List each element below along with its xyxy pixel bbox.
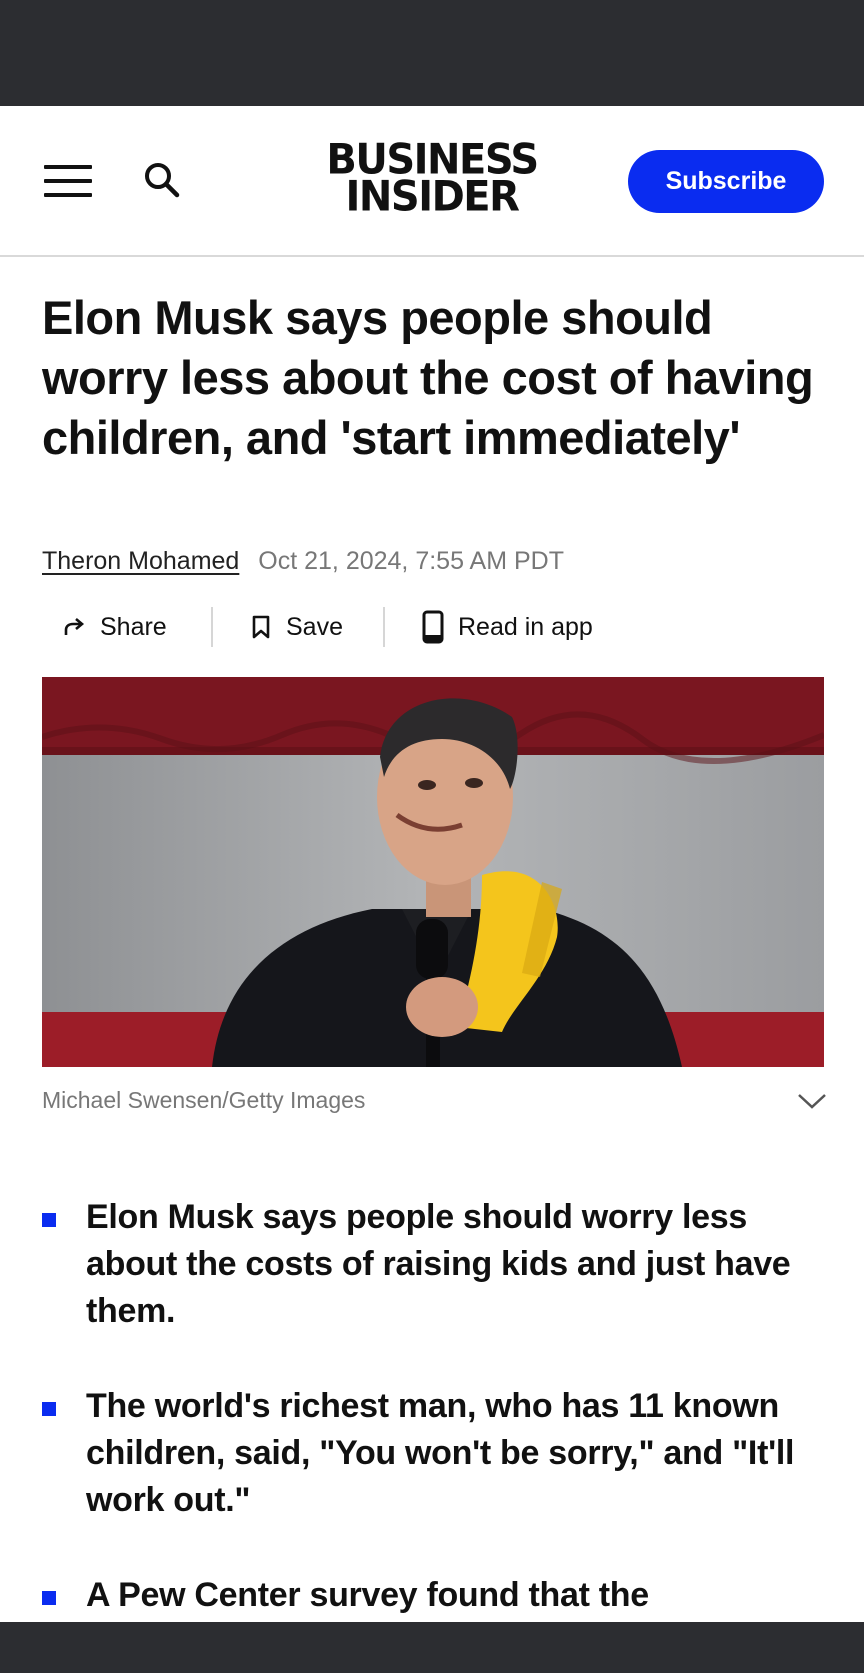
share-label: Share [100,612,167,641]
site-logo[interactable]: BUSINESS INSIDER [300,139,564,222]
read-in-app-label: Read in app [458,612,593,641]
list-item: The world's richest man, who has 11 know… [42,1383,832,1524]
share-button[interactable]: Share [62,604,167,650]
action-divider [211,607,213,647]
chevron-down-icon[interactable] [796,1088,828,1114]
bullet-marker [42,1402,56,1416]
save-button[interactable]: Save [250,604,343,650]
key-point-text: Elon Musk says people should worry less … [86,1198,791,1330]
author-link[interactable]: Theron Mohamed [42,547,239,575]
logo-line-2: INSIDER [345,172,520,222]
key-point-text: The world's richest man, who has 11 know… [86,1387,795,1519]
article-headline: Elon Musk says people should worry less … [42,291,814,464]
key-point-text: A Pew Center survey found that the [86,1576,649,1614]
action-divider [383,607,385,647]
status-bar [0,0,864,106]
publish-date: Oct 21, 2024, 7:55 AM PDT [258,547,564,575]
bullet-marker [42,1591,56,1605]
save-label: Save [286,612,343,641]
list-item: A Pew Center survey found that the [42,1572,832,1619]
image-caption: Michael Swensen/Getty Images [42,1087,366,1113]
hero-image[interactable] [42,677,824,1067]
byline: Theron Mohamed Oct 21, 2024, 7:55 AM PDT [42,544,564,578]
site-header: BUSINESS INSIDER Subscribe [0,106,864,257]
search-icon[interactable] [142,160,182,200]
article-actions: Share Save Read in app [42,604,832,650]
phone-icon [422,610,444,644]
subscribe-button[interactable]: Subscribe [628,150,824,213]
key-points-list: Elon Musk says people should worry less … [42,1194,832,1667]
bookmark-icon [252,615,270,639]
system-navigation-bar [0,1622,864,1673]
bullet-marker [42,1213,56,1227]
list-item: Elon Musk says people should worry less … [42,1194,832,1335]
read-in-app-button[interactable]: Read in app [422,604,593,650]
share-icon [64,618,85,635]
menu-icon[interactable] [44,165,92,199]
